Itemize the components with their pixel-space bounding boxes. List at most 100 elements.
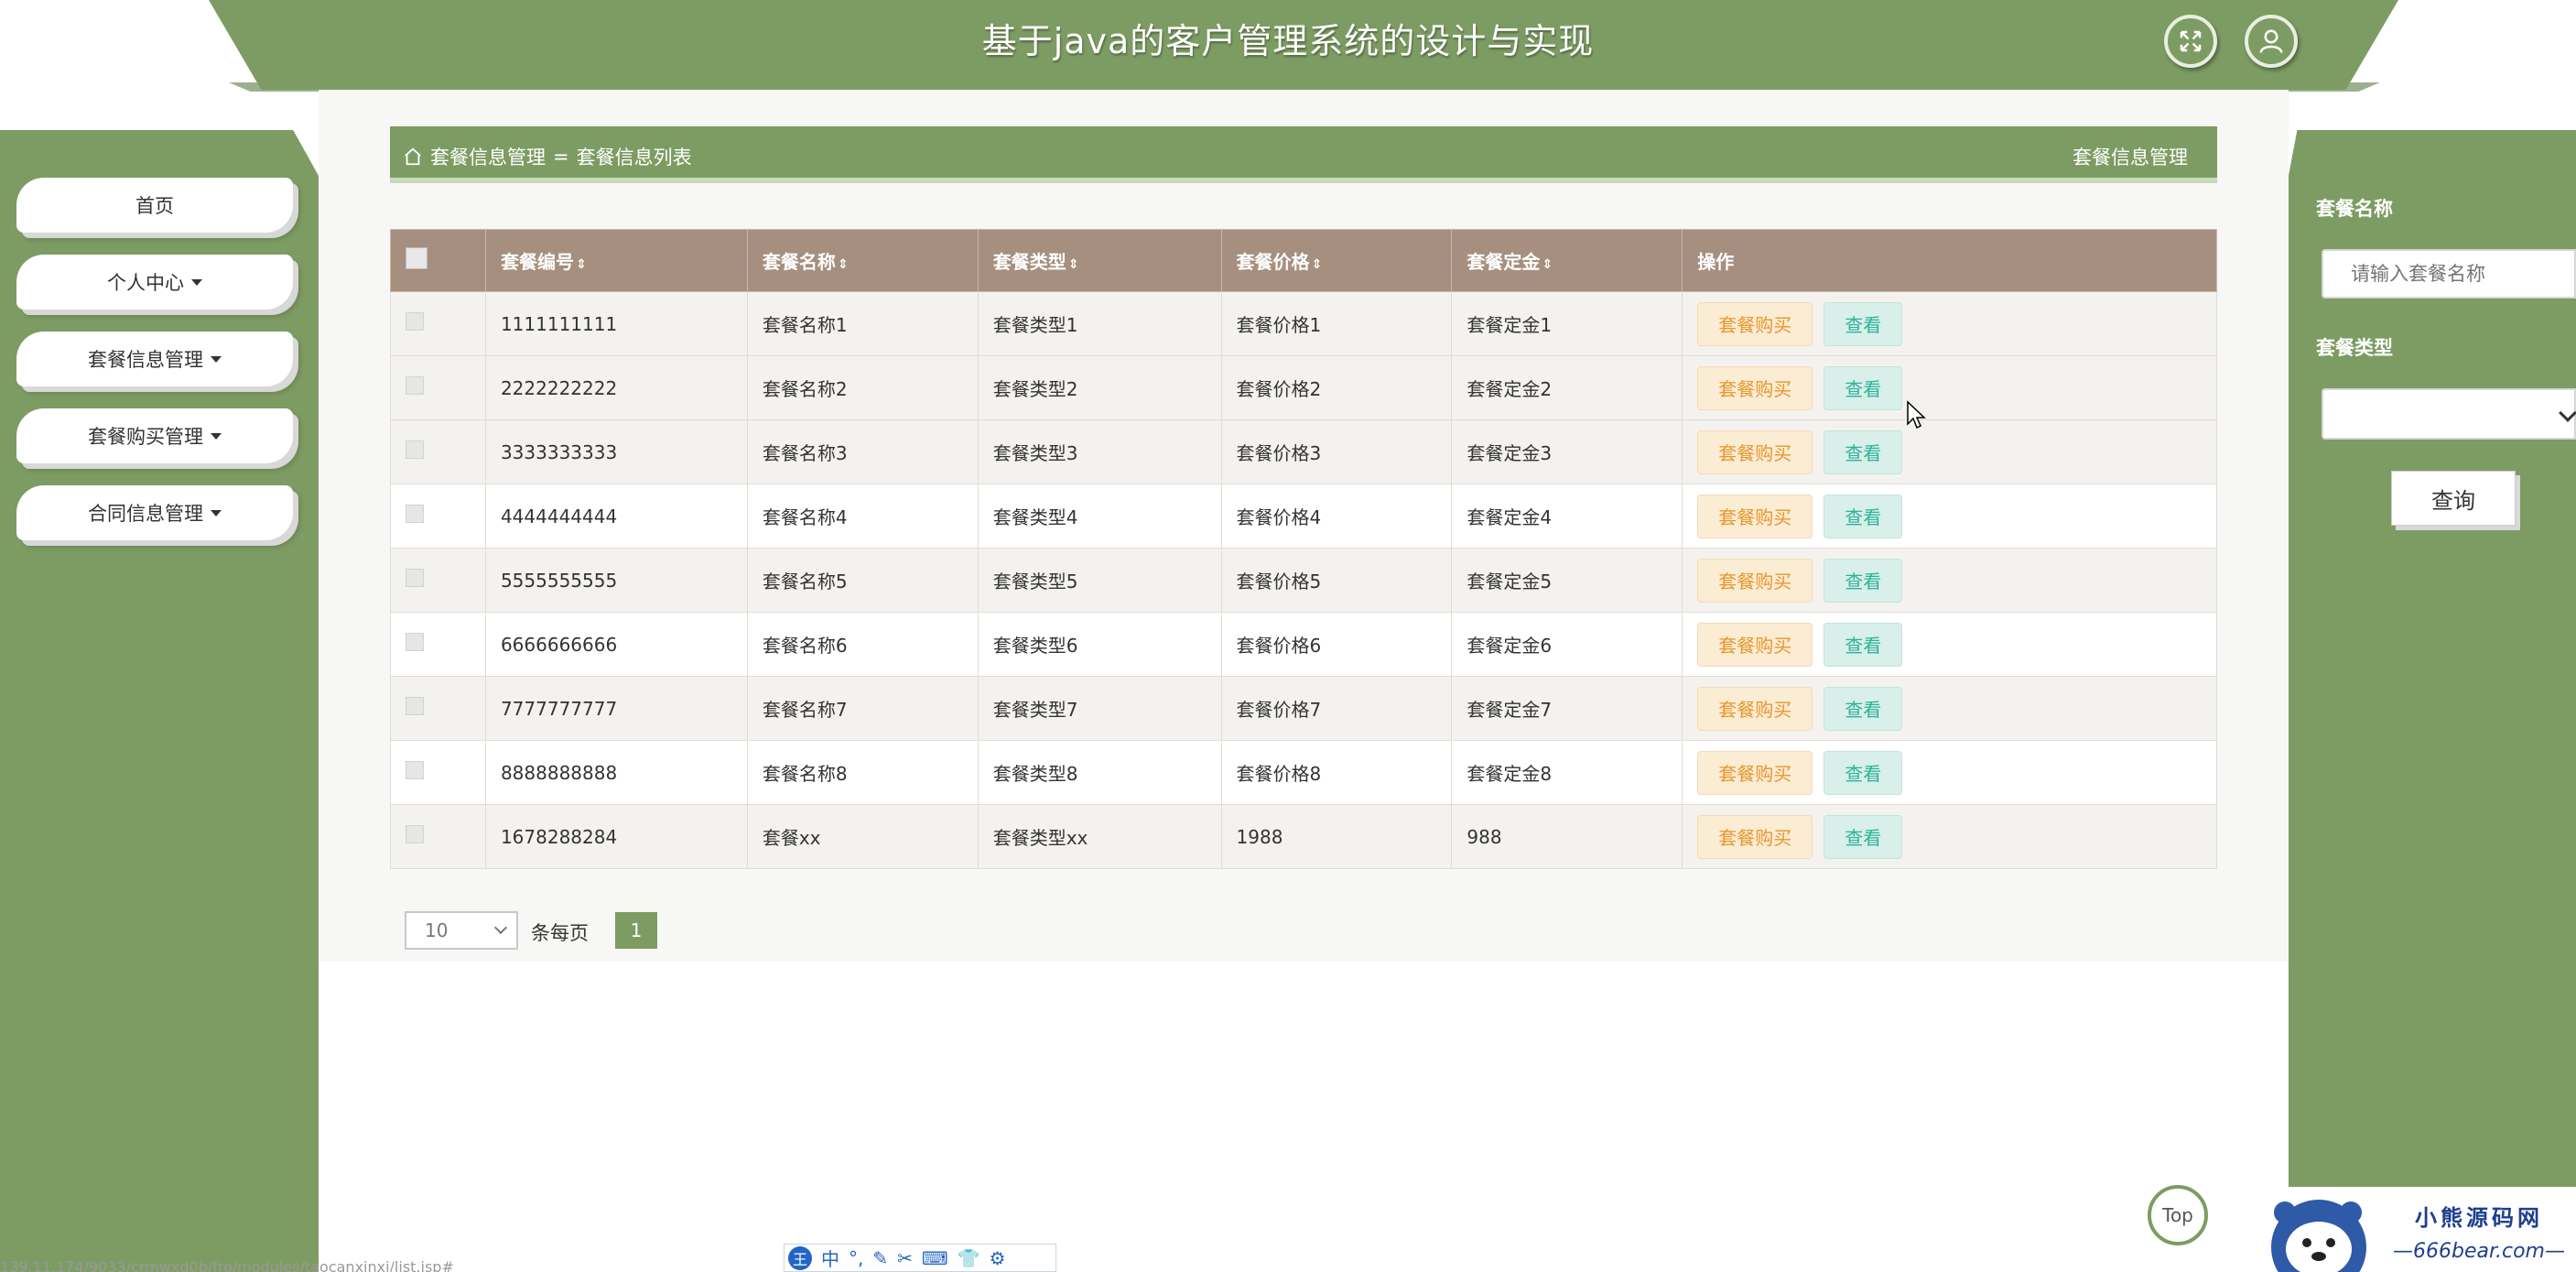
cell-deposit: 套餐定金3 xyxy=(1451,419,1683,484)
ime-pen-icon[interactable]: ✎ xyxy=(872,1247,888,1269)
sidebar-item-home[interactable]: 首页 xyxy=(16,178,293,233)
cell-type: 套餐类型5 xyxy=(977,548,1222,613)
package-name-input[interactable] xyxy=(2322,249,2576,299)
view-button[interactable]: 查看 xyxy=(1824,365,1903,410)
view-button[interactable]: 查看 xyxy=(1824,814,1903,859)
user-button[interactable] xyxy=(2245,15,2298,68)
column-header-id[interactable]: 套餐编号 ⇕ xyxy=(484,229,748,292)
row-checkbox[interactable] xyxy=(406,376,424,395)
cell-id: 6666666666 xyxy=(484,612,748,677)
cell-price: 套餐价格6 xyxy=(1220,612,1453,677)
breadcrumb: 套餐信息管理 = 套餐信息列表 套餐信息管理 xyxy=(390,126,2217,183)
column-header-type[interactable]: 套餐类型 ⇕ xyxy=(977,229,1222,292)
cell-type: 套餐类型1 xyxy=(977,291,1222,356)
row-checkbox[interactable] xyxy=(406,440,424,459)
column-header-deposit[interactable]: 套餐定金 ⇕ xyxy=(1451,229,1683,292)
caret-down-icon xyxy=(211,355,222,363)
column-header-actions: 操作 xyxy=(1682,229,2217,292)
ime-punctuation-icon[interactable]: °, xyxy=(849,1247,863,1269)
sort-icon: ⇕ xyxy=(575,257,587,272)
buy-package-button[interactable]: 套餐购买 xyxy=(1697,750,1813,795)
bear-logo-icon xyxy=(2271,1200,2366,1272)
buy-package-button[interactable]: 套餐购买 xyxy=(1697,494,1813,538)
cell-name: 套餐名称8 xyxy=(746,740,979,805)
cell-id: 7777777777 xyxy=(484,676,748,741)
buy-package-button[interactable]: 套餐购买 xyxy=(1697,429,1813,474)
cell-price: 1988 xyxy=(1220,804,1453,869)
cell-type: 套餐类型8 xyxy=(977,740,1222,805)
sidebar-item-package-purchase[interactable]: 套餐购买管理 xyxy=(16,408,293,463)
package-type-select[interactable] xyxy=(2322,388,2576,440)
chevron-down-icon xyxy=(2559,404,2576,422)
row-checkbox[interactable] xyxy=(406,761,424,779)
sidebar-item-label: 合同信息管理 xyxy=(88,503,203,525)
breadcrumb-section[interactable]: 套餐信息管理 xyxy=(430,143,546,170)
page-size-select[interactable]: 10 xyxy=(405,911,518,950)
row-checkbox[interactable] xyxy=(406,312,424,331)
view-button[interactable]: 查看 xyxy=(1824,429,1903,474)
cell-id: 8888888888 xyxy=(484,740,748,805)
select-all-checkbox[interactable] xyxy=(406,247,428,269)
cell-deposit: 套餐定金1 xyxy=(1451,291,1683,356)
cell-deposit: 套餐定金5 xyxy=(1451,548,1683,613)
cell-id: 1678288284 xyxy=(484,804,748,869)
buy-package-button[interactable]: 套餐购买 xyxy=(1697,365,1813,410)
home-icon[interactable] xyxy=(403,147,423,167)
ime-settings-icon[interactable]: ⚙ xyxy=(990,1247,1006,1269)
view-button[interactable]: 查看 xyxy=(1824,558,1903,603)
fullscreen-button[interactable] xyxy=(2164,15,2217,68)
cell-name: 套餐名称1 xyxy=(746,291,979,356)
page-number-button[interactable]: 1 xyxy=(615,912,657,949)
table-row: 8888888888 套餐名称8 套餐类型8 套餐价格8 套餐定金8 套餐购买查… xyxy=(390,740,2217,805)
cell-name: 套餐xx xyxy=(746,804,979,869)
query-button[interactable]: 查询 xyxy=(2391,471,2516,526)
cell-id: 2222222222 xyxy=(484,355,748,420)
caret-down-icon xyxy=(211,432,222,440)
row-checkbox[interactable] xyxy=(406,633,424,651)
cell-type: 套餐类型3 xyxy=(977,419,1222,484)
sidebar-item-package-info[interactable]: 套餐信息管理 xyxy=(16,332,293,386)
row-checkbox[interactable] xyxy=(406,825,424,843)
mouse-cursor-icon xyxy=(1907,400,1926,429)
status-bar-url: 139.11.174/9033/crmwxd0b/fro/modules/tao… xyxy=(0,1258,454,1272)
row-checkbox[interactable] xyxy=(406,697,424,715)
row-checkbox[interactable] xyxy=(406,569,424,587)
cell-deposit: 套餐定金4 xyxy=(1451,484,1683,549)
cell-price: 套餐价格3 xyxy=(1220,419,1453,484)
watermark-url: —666bear.com— xyxy=(2393,1240,2565,1263)
ime-mode-toggle[interactable]: 中 xyxy=(821,1245,839,1271)
cell-price: 套餐价格5 xyxy=(1220,548,1453,613)
buy-package-button[interactable]: 套餐购买 xyxy=(1697,301,1813,346)
view-button[interactable]: 查看 xyxy=(1824,494,1903,538)
ime-toolbar: 王 中 °, ✎ ✂ ⌨ 👕 ⚙ xyxy=(784,1244,1056,1272)
right-search-panel xyxy=(2289,130,2576,1272)
table-row: 3333333333 套餐名称3 套餐类型3 套餐价格3 套餐定金3 套餐购买查… xyxy=(390,419,2217,484)
back-to-top-button[interactable]: Top xyxy=(2148,1185,2208,1245)
column-header-price[interactable]: 套餐价格 ⇕ xyxy=(1220,229,1453,292)
buy-package-button[interactable]: 套餐购买 xyxy=(1697,814,1813,859)
ime-scissors-icon[interactable]: ✂ xyxy=(897,1247,913,1269)
ime-skin-icon[interactable]: 👕 xyxy=(958,1247,980,1269)
view-button[interactable]: 查看 xyxy=(1824,622,1903,667)
ime-keyboard-icon[interactable]: ⌨ xyxy=(922,1247,948,1269)
column-header-name[interactable]: 套餐名称 ⇕ xyxy=(746,229,979,292)
table-row: 2222222222 套餐名称2 套餐类型2 套餐价格2 套餐定金2 套餐购买查… xyxy=(390,355,2217,420)
view-button[interactable]: 查看 xyxy=(1824,686,1903,731)
sidebar-item-contract-info[interactable]: 合同信息管理 xyxy=(16,485,293,540)
cell-id: 1111111111 xyxy=(484,291,748,356)
view-button[interactable]: 查看 xyxy=(1824,301,1903,346)
cell-name: 套餐名称6 xyxy=(746,612,979,677)
row-checkbox[interactable] xyxy=(406,505,424,523)
buy-package-button[interactable]: 套餐购买 xyxy=(1697,686,1813,731)
page-title: 套餐信息管理 xyxy=(2073,147,2188,169)
cell-deposit: 套餐定金2 xyxy=(1451,355,1683,420)
user-icon xyxy=(2259,29,2283,53)
ime-logo-icon[interactable]: 王 xyxy=(788,1245,812,1270)
buy-package-button[interactable]: 套餐购买 xyxy=(1697,558,1813,603)
cell-type: 套餐类型4 xyxy=(977,484,1222,549)
sort-icon: ⇕ xyxy=(1067,257,1079,272)
package-table: 套餐编号 ⇕ 套餐名称 ⇕ 套餐类型 ⇕ 套餐价格 ⇕ 套餐定金 ⇕ 操作 1111111… xyxy=(390,229,2217,869)
buy-package-button[interactable]: 套餐购买 xyxy=(1697,622,1813,667)
view-button[interactable]: 查看 xyxy=(1824,750,1903,795)
sidebar-item-personal-center[interactable]: 个人中心 xyxy=(16,255,293,310)
